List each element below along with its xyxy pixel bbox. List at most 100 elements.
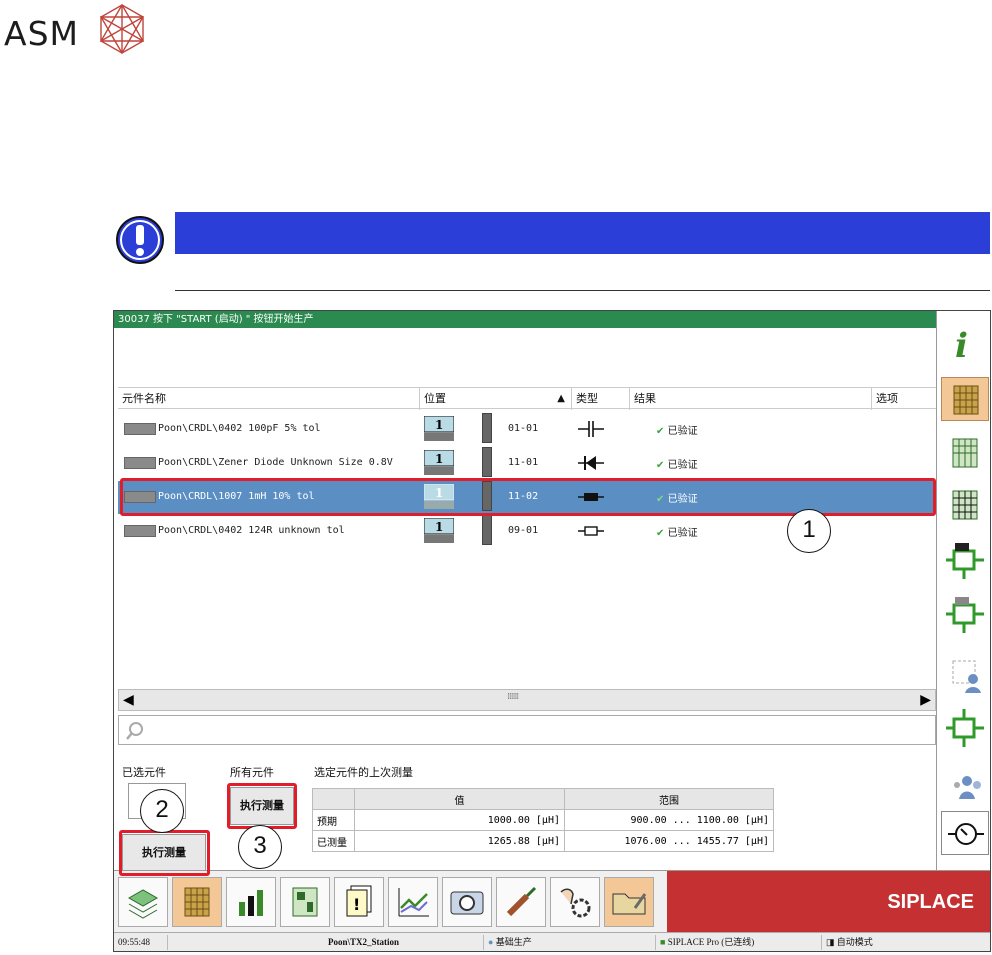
logo-text: ASM — [4, 14, 79, 53]
connection-status: ■ SIPLACE Pro (已连线) — [656, 935, 822, 950]
expected-range: 900.00 ... 1100.00 [μH] — [564, 809, 774, 831]
search-input[interactable] — [118, 715, 936, 745]
clock: 09:55:48 — [114, 935, 168, 950]
verify-grid-button[interactable] — [941, 483, 989, 527]
result-text: 已验证 — [667, 460, 698, 471]
production-button[interactable] — [118, 877, 168, 927]
column-header-options[interactable]: 选项 — [872, 388, 936, 410]
placement-check-icon — [946, 709, 984, 747]
user-status: ● 基础生产 — [484, 935, 656, 950]
bar-chart-icon — [239, 890, 263, 916]
mode-status-text: 自动模式 — [836, 937, 873, 947]
scroll-thumb-grip[interactable]: ⁞⁞⁞⁞⁞⁞ — [507, 692, 519, 702]
notice-bar — [175, 212, 990, 254]
board-layout-icon — [292, 887, 318, 917]
column-header-name[interactable]: 元件名称 — [118, 388, 420, 410]
track-indicator — [482, 447, 492, 477]
operator-component-icon — [952, 660, 981, 693]
row-label: 预期 — [312, 809, 355, 831]
component-placement-button[interactable] — [941, 539, 989, 583]
tools-button[interactable] — [496, 877, 546, 927]
asm-logo: ASM — [0, 0, 170, 70]
layout-button[interactable] — [280, 877, 330, 927]
verified-result: ✔ 已验证 — [656, 422, 698, 437]
value-header: 值 — [354, 788, 565, 810]
column-header-position-label: 位置 — [424, 392, 446, 405]
svg-text:!: ! — [353, 895, 360, 914]
column-header-position[interactable]: 位置 ▲ — [420, 388, 572, 410]
board-stack-icon — [127, 889, 159, 919]
column-header-result[interactable]: 结果 — [630, 388, 872, 410]
selected-components-label: 已选元件 — [122, 766, 166, 779]
measure-mode-button[interactable] — [941, 811, 989, 855]
status-bar: 09:55:48 Poon\TX2_Station ● 基础生产 ■ SIPLA… — [114, 932, 990, 951]
station-name: Poon\TX2_Station — [324, 935, 484, 950]
component-list-button[interactable] — [172, 877, 222, 927]
mode-status: ◨ 自动模式 — [822, 935, 990, 950]
table-view-icon — [952, 438, 978, 468]
component-placement-icon — [946, 543, 984, 579]
measure-gauge-icon — [948, 823, 984, 845]
camera-button[interactable] — [442, 877, 492, 927]
auto-mode-icon: ◨ — [826, 937, 835, 947]
check-icon: ✔ — [656, 426, 665, 437]
sort-ascending-icon: ▲ — [557, 393, 565, 404]
important-notice-icon — [116, 216, 164, 264]
diode-icon — [578, 456, 604, 470]
verified-result: ✔ 已验证 — [656, 456, 698, 471]
placement-check-button[interactable] — [941, 707, 989, 751]
svg-text:1: 1 — [435, 452, 443, 466]
column-header-type[interactable]: 类型 — [572, 388, 630, 410]
highlight-measure-all — [227, 783, 297, 829]
asm-logo-icon — [99, 3, 145, 55]
info-button[interactable]: i — [941, 321, 989, 366]
measured-value: 1265.88 [μH] — [354, 830, 565, 852]
svg-text:i: i — [955, 326, 968, 365]
connection-status-text: SIPLACE Pro (已连线) — [667, 937, 755, 947]
component-table-header: 元件名称 位置 ▲ 类型 结果 选项 — [118, 387, 936, 410]
callout-3: 3 — [238, 825, 282, 869]
feeder-icon: 1 — [424, 450, 454, 475]
expected-value: 1000.00 [μH] — [354, 809, 565, 831]
folder-button[interactable] — [604, 877, 654, 927]
siplace-brand: SIPLACE — [667, 871, 990, 933]
table-row: 预期 1000.00 [μH] 900.00 ... 1100.00 [μH] — [312, 809, 774, 831]
last-measurement-label: 选定元件的上次测量 — [314, 766, 413, 779]
component-position: 09-01 — [508, 525, 539, 536]
statistics-button[interactable] — [226, 877, 276, 927]
resistor-icon — [578, 526, 604, 536]
status-message: 30037 按下 "START (启动) " 按钮开始生产 — [114, 311, 937, 328]
table-row[interactable]: Poon\CRDL\Zener Diode Unknown Size 0.8V … — [118, 447, 936, 480]
column-view-button[interactable] — [941, 431, 989, 475]
horizontal-scrollbar[interactable]: ◀ ⁞⁞⁞⁞⁞⁞ ▶ — [118, 689, 936, 711]
hand-gear-icon — [560, 888, 591, 918]
all-components-label: 所有元件 — [230, 766, 274, 779]
component-pickup-button[interactable] — [941, 593, 989, 637]
messages-button[interactable]: ! — [334, 877, 384, 927]
scroll-left-icon[interactable]: ◀ — [123, 692, 134, 708]
manual-settings-button[interactable] — [550, 877, 600, 927]
result-text: 已验证 — [667, 426, 698, 437]
connection-icon: ■ — [660, 937, 666, 947]
row-label: 已测量 — [312, 830, 355, 852]
trend-button[interactable] — [388, 877, 438, 927]
component-list-view-button[interactable] — [941, 377, 989, 421]
application-screen: 30037 按下 "START (启动) " 按钮开始生产 i 元件名称 位置 … — [113, 310, 991, 952]
check-icon: ✔ — [656, 460, 665, 471]
svg-text:1: 1 — [435, 418, 443, 432]
svg-text:1: 1 — [435, 520, 443, 534]
callout-2: 2 — [140, 789, 184, 833]
highlight-measure-selected — [119, 830, 210, 876]
operator-component-button[interactable] — [941, 653, 989, 697]
component-position: 11-01 — [508, 457, 539, 468]
table-row: 已测量 1265.88 [μH] 1076.00 ... 1455.77 [μH… — [312, 830, 774, 852]
component-position: 01-01 — [508, 423, 539, 434]
table-row[interactable]: Poon\CRDL\0402 100pF 5% tol 1 01-01 ✔ 已验… — [118, 413, 936, 446]
user-group-button[interactable] — [941, 763, 989, 807]
verified-result: ✔ 已验证 — [656, 524, 698, 539]
scroll-right-icon[interactable]: ▶ — [920, 692, 931, 708]
result-text: 已验证 — [667, 528, 698, 539]
component-name: Poon\CRDL\0402 100pF 5% tol — [158, 423, 321, 434]
component-grid-icon — [184, 887, 210, 917]
message-stack-icon: ! — [346, 885, 372, 917]
